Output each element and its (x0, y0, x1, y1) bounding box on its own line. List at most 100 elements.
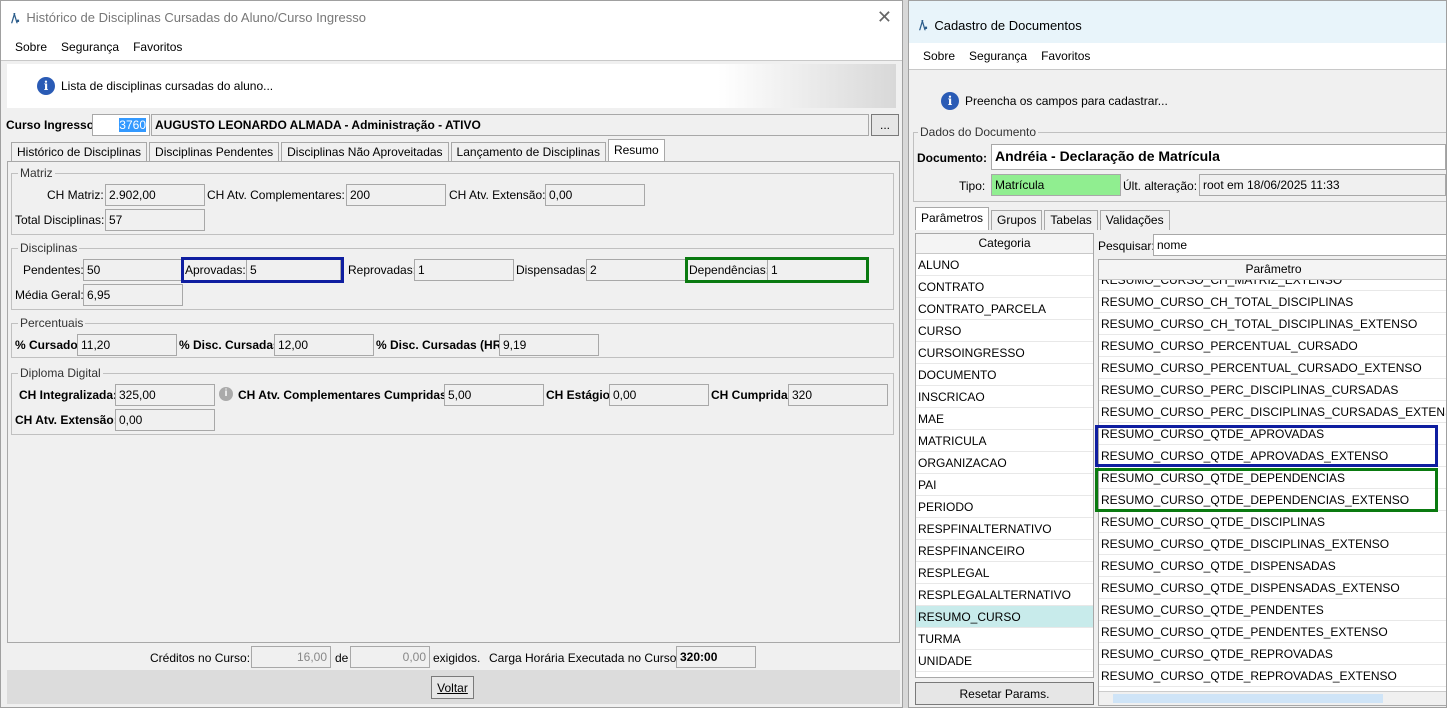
pendentes-label: Pendentes: (23, 263, 84, 277)
parametro-item[interactable]: RESUMO_CURSO_PERCENTUAL_CURSADO (1099, 335, 1446, 357)
categoria-item[interactable]: PAI (916, 474, 1093, 496)
parametro-item[interactable]: RESUMO_CURSO_QTDE_PENDENTES (1099, 599, 1446, 621)
parametro-item[interactable]: RESUMO_CURSO_QTDE_REPROVADAS (1099, 643, 1446, 665)
total-disciplinas-label: Total Disciplinas: (15, 213, 105, 227)
parametro-item[interactable]: RESUMO_CURSO_QTDE_PENDENTES_EXTENSO (1099, 621, 1446, 643)
parametro-item[interactable]: RESUMO_CURSO_QTDE_REPROVADAS_EXTENSO (1099, 665, 1446, 687)
categoria-item[interactable]: ALUNO (916, 254, 1093, 276)
parametro-item[interactable]: RESUMO_CURSO_PERCENTUAL_CURSADO_EXTENSO (1099, 357, 1446, 379)
categoria-item[interactable]: PERIODO (916, 496, 1093, 518)
categoria-rows: ALUNO CONTRATO CONTRATO_PARCELA CURSO CURSOI… (916, 254, 1093, 672)
disc-cursadas-label: % Disc. Cursadas: (179, 338, 284, 352)
tab-nao-aproveitadas[interactable]: Disciplinas Não Aproveitadas (281, 142, 449, 162)
menu-seguranca[interactable]: Segurança (61, 40, 119, 54)
parametro-item[interactable]: RESUMO_CURSO_QTDE_DISCIPLINAS (1099, 511, 1446, 533)
categoria-item[interactable]: RESPLEGALALTERNATIVO (916, 584, 1093, 606)
curso-description-field: AUGUSTO LEONARDO ALMADA - Administração … (151, 114, 869, 136)
hscroll-thumb[interactable] (1113, 694, 1383, 703)
categoria-item[interactable]: CURSO (916, 320, 1093, 342)
categoria-item[interactable]: DOCUMENTO (916, 364, 1093, 386)
info-icon: i (37, 77, 55, 95)
tab-parametros[interactable]: Parâmetros (915, 207, 990, 230)
tab-tabelas[interactable]: Tabelas (1044, 210, 1098, 230)
parametro-item[interactable]: RESUMO_CURSO_PERC_DISCIPLINAS_CURSADAS (1099, 379, 1446, 401)
creditos-field: 16,00 (251, 646, 331, 668)
parametro-item[interactable]: RESUMO_CURSO_QTDE_DISPENSADAS (1099, 555, 1446, 577)
app-logo-icon: /\. (11, 10, 20, 25)
menu-seguranca[interactable]: Segurança (969, 49, 1027, 63)
tab-historico[interactable]: Histórico de Disciplinas (11, 142, 148, 162)
categoria-item[interactable]: RESPLEGAL (916, 562, 1093, 584)
dispensadas-label: Dispensadas: (516, 263, 589, 277)
diploma-title: Diploma Digital (18, 366, 103, 380)
pesquisar-label: Pesquisar: (1098, 239, 1155, 253)
right-menubar: Sobre Segurança Favoritos (909, 43, 1446, 70)
parametro-hscrollbar[interactable] (1099, 691, 1446, 705)
parametro-header: Parâmetro (1099, 260, 1446, 280)
right-tabs: Parâmetros Grupos Tabelas Validações (915, 207, 1172, 230)
parametro-item[interactable]: RESUMO_CURSO_QTDE_DISCIPLINAS_EXTENSO (1099, 533, 1446, 555)
categoria-item[interactable]: RESUMO_CURSO (916, 606, 1093, 628)
parametro-item[interactable]: RESUMO_CURSO_CH_TOTAL_DISCIPLINAS_EXTENS… (1099, 313, 1446, 335)
menu-favoritos[interactable]: Favoritos (133, 40, 182, 54)
curso-code-field[interactable]: 3760 (92, 114, 150, 136)
ch-info-icon[interactable]: i (219, 387, 233, 401)
close-icon[interactable]: ✕ (877, 7, 892, 28)
disciplinas-title: Disciplinas (18, 241, 80, 255)
menu-favoritos[interactable]: Favoritos (1041, 49, 1090, 63)
parametro-item[interactable]: RESUMO_CURSO_QTDE_DISPENSADAS_EXTENSO (1099, 577, 1446, 599)
ch-integralizada-field: 325,00 (115, 384, 215, 406)
curso-code-value: 3760 (119, 118, 146, 132)
tab-pendentes[interactable]: Disciplinas Pendentes (149, 142, 280, 162)
ch-atv-extensao-label: CH Atv. Extensão: (15, 413, 118, 427)
media-geral-label: Média Geral: (15, 288, 84, 302)
cursado-label: % Cursado: (15, 338, 82, 352)
parametro-item[interactable]: RESUMO_CURSO_CH_TOTAL_DISCIPLINAS (1099, 291, 1446, 313)
tipo-field[interactable]: Matrícula (991, 174, 1121, 196)
ch-cumprida-label: CH Cumprida: (711, 388, 792, 402)
categoria-item[interactable]: CONTRATO_PARCELA (916, 298, 1093, 320)
pendentes-field: 50 (83, 259, 183, 281)
categoria-item[interactable]: CURSOINGRESSO (916, 342, 1093, 364)
carga-field: 320:00 (676, 646, 756, 668)
disc-cursadas-hr-label: % Disc. Cursadas (HR): (376, 338, 510, 352)
categoria-item[interactable]: RESPFINALTERNATIVO (916, 518, 1093, 540)
hint-text: Preencha os campos para cadastrar... (965, 94, 1168, 108)
categoria-item[interactable]: ORGANIZACAO (916, 452, 1093, 474)
pesquisar-input[interactable]: nome (1153, 234, 1446, 256)
categoria-item[interactable]: CONTRATO (916, 276, 1093, 298)
categoria-item[interactable]: UNIDADE (916, 650, 1093, 672)
tab-grupos[interactable]: Grupos (991, 210, 1043, 230)
carga-label: Carga Horária Executada no Curso: (489, 651, 680, 665)
ch-estagio-label: CH Estágio: (546, 388, 615, 402)
tab-lancamento[interactable]: Lançamento de Disciplinas (450, 142, 606, 162)
tab-resumo[interactable]: Resumo (607, 139, 665, 162)
parametro-item[interactable]: RESUMO_CURSO_PERC_DISCIPLINAS_CURSADAS_E… (1099, 401, 1446, 423)
categoria-item[interactable]: RESPFINANCEIRO (916, 540, 1093, 562)
categoria-item[interactable]: TURMA (916, 628, 1093, 650)
media-geral-field: 6,95 (83, 284, 183, 306)
categoria-item[interactable]: MAE (916, 408, 1093, 430)
tipo-label: Tipo: (959, 179, 986, 193)
historico-window: /\. Histórico de Disciplinas Cursadas do… (0, 0, 903, 708)
creditos-label: Créditos no Curso: (150, 651, 251, 665)
ch-atv-comp-field: 200 (346, 184, 446, 206)
app-logo-icon: /\. (919, 18, 928, 32)
resetar-params-button[interactable]: Resetar Params. (915, 682, 1094, 705)
categoria-item[interactable]: MATRICULA (916, 430, 1093, 452)
menu-sobre[interactable]: Sobre (923, 49, 955, 63)
documento-field[interactable]: Andréia - Declaração de Matrícula (991, 144, 1446, 170)
categoria-item[interactable]: INSCRICAO (916, 386, 1093, 408)
voltar-button[interactable]: Voltar (431, 676, 474, 699)
parametro-item[interactable]: RESUMO_CURSO_CH_MATRIZ_EXTENSO (1099, 280, 1446, 291)
ch-atv-ext-label: CH Atv. Extensão: (449, 188, 546, 202)
tab-validacoes[interactable]: Validações (1099, 210, 1170, 230)
total-disciplinas-field: 57 (105, 209, 205, 231)
ch-atv-comp-cumpridas-field: 5,00 (444, 384, 544, 406)
ult-alteracao-field: root em 18/06/2025 11:33 (1199, 174, 1446, 196)
menu-sobre[interactable]: Sobre (15, 40, 47, 54)
curso-browse-button[interactable]: ... (871, 114, 899, 136)
exigidos-label: exigidos. (433, 651, 481, 665)
dependencias-params-highlight (1095, 468, 1438, 512)
reprovadas-field: 1 (414, 259, 514, 281)
